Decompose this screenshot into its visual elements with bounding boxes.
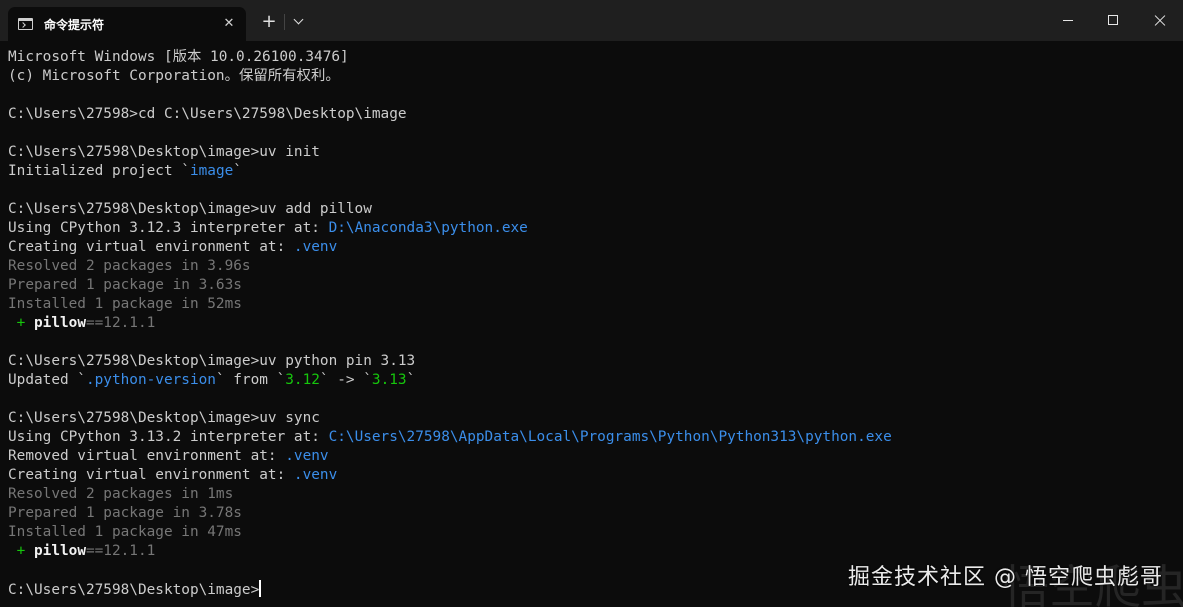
terminal-text: D:\Anaconda3\python.exe (328, 220, 528, 236)
terminal-text: Using CPython 3.12.3 interpreter at: (8, 220, 329, 236)
terminal-text: ` from ` (215, 372, 286, 388)
terminal-line: C:\Users\27598\Desktop\image>uv python p… (8, 352, 1178, 371)
terminal-text: Creating virtual environment at: (8, 467, 294, 483)
terminal-text: .venv (293, 467, 338, 483)
terminal-line: Creating virtual environment at: .venv (8, 238, 1178, 257)
terminal-text: C:\Users\27598\Desktop\image>uv init (8, 144, 320, 160)
title-bar: 命令提示符 ✕ + (0, 0, 1183, 41)
terminal-line: C:\Users\27598\Desktop\image>uv add pill… (8, 200, 1178, 219)
terminal-line: Creating virtual environment at: .venv (8, 466, 1178, 485)
terminal-line: Updated `.python-version` from `3.12` ->… (8, 371, 1178, 390)
terminal-line: + pillow==12.1.1 (8, 314, 1178, 333)
terminal-text: pillow (34, 315, 86, 331)
terminal-text: (c) Microsoft Corporation。保留所有权利。 (8, 68, 340, 84)
terminal-text: Creating virtual environment at: (8, 239, 294, 255)
terminal-text: C:\Users\27598\Desktop\image>uv python p… (8, 353, 416, 369)
terminal-line: Using CPython 3.12.3 interpreter at: D:\… (8, 219, 1178, 238)
maximize-button[interactable] (1090, 0, 1136, 40)
terminal-text: ==12.1.1 (85, 315, 156, 331)
terminal-line: C:\Users\27598>cd C:\Users\27598\Desktop… (8, 105, 1178, 124)
tab-divider (284, 14, 285, 30)
terminal-text: C:\Users\27598>cd C:\Users\27598\Desktop… (8, 106, 407, 122)
terminal-text: Prepared 1 package in 3.63s (8, 277, 242, 293)
terminal-text: .venv (293, 239, 338, 255)
terminal-line: Installed 1 package in 52ms (8, 295, 1178, 314)
watermark: 掘金技术社区 @ 悟空爬虫彪哥 (848, 565, 1163, 590)
terminal-line: (c) Microsoft Corporation。保留所有权利。 (8, 67, 1178, 86)
chevron-down-icon[interactable] (288, 11, 310, 33)
terminal-text: C:\Users\27598\Desktop\image> (8, 582, 260, 598)
terminal-text: + (8, 543, 34, 559)
terminal-text: pillow (34, 543, 86, 559)
tab-command-prompt[interactable]: 命令提示符 ✕ (8, 7, 246, 41)
terminal-line: Using CPython 3.13.2 interpreter at: C:\… (8, 428, 1178, 447)
terminal-text: Prepared 1 package in 3.78s (8, 505, 242, 521)
terminal-line: Prepared 1 package in 3.63s (8, 276, 1178, 295)
terminal-line: Installed 1 package in 47ms (8, 523, 1178, 542)
text-cursor (259, 580, 262, 597)
terminal-line: Prepared 1 package in 3.78s (8, 504, 1178, 523)
new-tab-button[interactable]: + (258, 11, 280, 33)
terminal-text: ` (233, 163, 242, 179)
terminal-text: Resolved 2 packages in 1ms (8, 486, 234, 502)
terminal-line: C:\Users\27598\Desktop\image>uv sync (8, 409, 1178, 428)
terminal-text: Updated ` (8, 372, 86, 388)
terminal-line: Removed virtual environment at: .venv (8, 447, 1178, 466)
tab-title: 命令提示符 (44, 17, 105, 32)
minimize-button[interactable] (1045, 0, 1091, 40)
terminal-output[interactable]: Microsoft Windows [版本 10.0.26100.3476] (c… (8, 48, 1178, 603)
terminal-line: Resolved 2 packages in 3.96s (8, 257, 1178, 276)
terminal-line: C:\Users\27598\Desktop\image>uv init (8, 143, 1178, 162)
terminal-line: Microsoft Windows [版本 10.0.26100.3476] (8, 48, 1178, 67)
terminal-text: ` (406, 372, 416, 388)
terminal-text: 3.12 (285, 372, 320, 388)
terminal-text: image (189, 163, 234, 179)
terminal-text: Using CPython 3.13.2 interpreter at: (8, 429, 329, 445)
terminal-text: Initialized project ` (8, 163, 190, 179)
terminal-text: C:\Users\27598\Desktop\image>uv add pill… (8, 201, 372, 217)
terminal-text: .python-version (85, 372, 216, 388)
terminal-text: C:\Users\27598\AppData\Local\Programs\Py… (328, 429, 892, 445)
close-button[interactable] (1137, 0, 1183, 40)
terminal-text: C:\Users\27598\Desktop\image>uv sync (8, 410, 320, 426)
terminal-text: ` -> ` (319, 372, 372, 388)
tab-close-icon[interactable]: ✕ (220, 15, 238, 33)
terminal-text: Installed 1 package in 47ms (8, 524, 242, 540)
terminal-text: Installed 1 package in 52ms (8, 296, 242, 312)
terminal-text: 3.13 (371, 372, 407, 388)
terminal-text: + (8, 315, 34, 331)
terminal-text: Removed virtual environment at: (8, 448, 286, 464)
terminal-text: ==12.1.1 (85, 543, 156, 559)
terminal-line: Initialized project `image` (8, 162, 1178, 181)
terminal-text: Microsoft Windows [版本 10.0.26100.3476] (8, 49, 349, 65)
terminal-text: .venv (285, 448, 329, 464)
terminal-window: 命令提示符 ✕ + Microsoft Windows [版本 10.0.261… (0, 0, 1183, 607)
terminal-icon (18, 18, 33, 30)
terminal-line: Resolved 2 packages in 1ms (8, 485, 1178, 504)
terminal-text: Resolved 2 packages in 3.96s (8, 258, 251, 274)
